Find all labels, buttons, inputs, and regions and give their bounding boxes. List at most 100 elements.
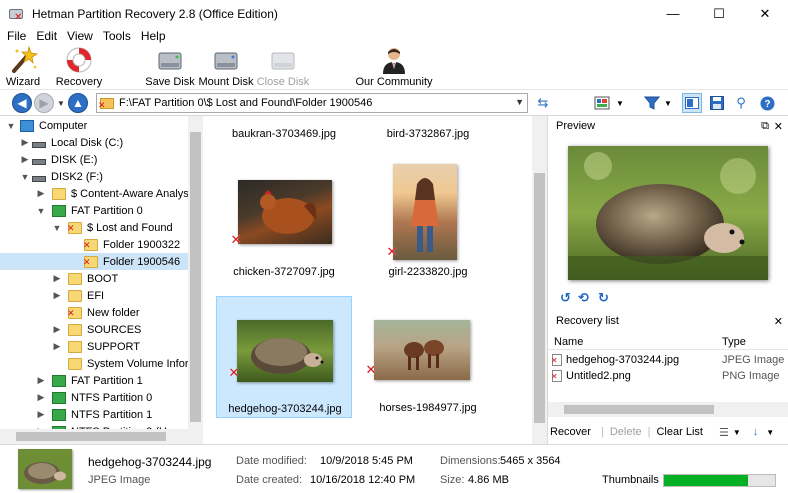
delete-button[interactable]: Delete (610, 426, 642, 438)
minimize-button[interactable]: — (650, 0, 696, 27)
search-icon[interactable]: ⚲ (731, 93, 751, 113)
folder-icon (68, 289, 82, 302)
menu-help[interactable]: Help (136, 29, 171, 43)
tree-item-lost-and-found[interactable]: ▼ $ Lost and Found (0, 219, 188, 236)
partition-icon (52, 374, 66, 387)
file-item-horses[interactable]: ✕ horses-1984977.jpg (360, 296, 496, 418)
deleted-file-icon (551, 354, 562, 366)
list-view-icon[interactable]: ☰ (719, 426, 729, 439)
mount-disk-button[interactable]: Mount Disk (198, 44, 254, 90)
history-dropdown-icon[interactable]: ▼ (57, 99, 65, 108)
wizard-button[interactable]: Wizard (4, 44, 42, 90)
tree-item-support[interactable]: ▶ SUPPORT (0, 338, 188, 355)
tree-item-sources[interactable]: ▶ SOURCES (0, 321, 188, 338)
address-field[interactable]: F:\FAT Partition 0\$ Lost and Found\Fold… (96, 93, 528, 113)
view-options-icon[interactable] (592, 93, 612, 113)
filter-icon[interactable] (642, 93, 662, 113)
collapse-arrow-icon[interactable]: ▼ (52, 223, 62, 233)
filter-dropdown-icon[interactable]: ▼ (664, 99, 672, 108)
tree-horizontal-scrollbar[interactable] (0, 429, 203, 444)
tree-item-computer[interactable]: ▼ Computer (0, 117, 188, 134)
recovery-list-item[interactable]: Untitled2.png PNG Image (551, 368, 787, 384)
save-disk-icon (155, 45, 185, 75)
expand-arrow-icon[interactable]: ▶ (52, 324, 62, 335)
collapse-arrow-icon[interactable]: ▼ (6, 121, 16, 131)
save-disk-button[interactable]: Save Disk (145, 44, 195, 90)
file-item-hedgehog[interactable]: ✕ hedgehog-3703244.jpg (216, 296, 352, 418)
tree-item-ntfs-partition-1[interactable]: ▶ NTFS Partition 1 (0, 406, 188, 423)
expand-arrow-icon[interactable]: ▶ (36, 375, 46, 386)
save-disk-label: Save Disk (145, 76, 195, 88)
preview-pin-icon[interactable]: ⧉ (761, 120, 769, 133)
list-view-dropdown-icon[interactable]: ▼ (733, 428, 741, 437)
deleted-mark-icon: ✕ (386, 244, 398, 259)
address-dropdown-icon[interactable]: ▼ (515, 97, 524, 107)
maximize-button[interactable]: ☐ (696, 0, 742, 27)
mount-disk-label: Mount Disk (198, 76, 254, 88)
tree-item-ntfs-partition-0[interactable]: ▶ NTFS Partition 0 (0, 389, 188, 406)
tree-item-local-disk-c[interactable]: ▶ Local Disk (C:) (0, 134, 188, 151)
file-item-chicken[interactable]: ✕ chicken-3727097.jpg (216, 154, 352, 284)
tree-item-disk2-f[interactable]: ▼ DISK2 (F:) (0, 168, 188, 185)
menu-file[interactable]: File (2, 29, 31, 43)
view-dropdown-icon[interactable]: ▼ (616, 99, 624, 108)
recover-button[interactable]: Recover (550, 426, 591, 438)
column-name[interactable]: Name (554, 336, 583, 348)
preview-close-icon[interactable]: ✕ (774, 120, 783, 133)
file-name: bird-3732867.jpg (386, 128, 470, 140)
menu-edit[interactable]: Edit (31, 29, 62, 43)
recovery-list-close-icon[interactable]: ✕ (774, 315, 783, 328)
sort-az-icon[interactable]: ↓ (753, 426, 759, 438)
tree-item-disk-e[interactable]: ▶ DISK (E:) (0, 151, 188, 168)
tree-item-system-volume[interactable]: System Volume Informa (0, 355, 202, 372)
clear-list-button[interactable]: Clear List (656, 426, 702, 438)
forward-arrow-icon[interactable]: ▶ (34, 93, 54, 113)
expand-arrow-icon[interactable]: ▶ (20, 137, 30, 148)
preview-toggle-icon[interactable] (682, 93, 702, 113)
tree-item-fat-partition-1[interactable]: ▶ FAT Partition 1 (0, 372, 188, 389)
close-button[interactable]: ✕ (742, 0, 788, 27)
column-type[interactable]: Type (722, 336, 746, 348)
tree-label: FAT Partition 0 (71, 204, 143, 217)
file-item-bird[interactable]: bird-3732867.jpg (360, 116, 496, 146)
menu-view[interactable]: View (62, 29, 98, 43)
tree-item-folder-1900546[interactable]: Folder 1900546 (0, 253, 188, 270)
tree-vertical-scrollbar[interactable] (188, 116, 203, 429)
expand-arrow-icon[interactable]: ▶ (20, 154, 30, 165)
expand-arrow-icon[interactable]: ▶ (36, 188, 46, 199)
help-icon[interactable]: ? (757, 93, 777, 113)
rotate-right-icon[interactable]: ↻ (598, 290, 609, 306)
tree-item-content-aware[interactable]: ▶ $ Content-Aware Analysis (0, 185, 197, 202)
title-bar: ✕ Hetman Partition Recovery 2.8 (Office … (0, 0, 788, 27)
close-disk-button[interactable]: Close Disk (257, 44, 309, 90)
sort-dropdown-icon[interactable]: ▼ (766, 428, 774, 437)
back-arrow-icon[interactable]: ◀ (12, 93, 32, 113)
expand-arrow-icon[interactable]: ▶ (36, 409, 46, 420)
rotate-reset-icon[interactable]: ⟲ (578, 290, 589, 306)
expand-arrow-icon[interactable]: ▶ (52, 273, 62, 284)
tree-item-boot[interactable]: ▶ BOOT (0, 270, 188, 287)
thumbnail-vertical-scrollbar[interactable] (532, 116, 547, 444)
recovery-list-scrollbar[interactable] (548, 402, 788, 417)
expand-arrow-icon[interactable]: ▶ (36, 392, 46, 403)
file-item-girl[interactable]: ✕ girl-2233820.jpg (360, 154, 496, 284)
collapse-arrow-icon[interactable]: ▼ (20, 172, 30, 182)
rotate-left-icon[interactable]: ↺ (560, 290, 571, 306)
tree-item-efi[interactable]: ▶ EFI (0, 287, 188, 304)
tree-item-new-folder[interactable]: New folder (0, 304, 188, 321)
expand-arrow-icon[interactable]: ▶ (52, 290, 62, 301)
date-created-value: 10/16/2018 12:40 PM (310, 474, 416, 486)
up-arrow-icon[interactable]: ▲ (68, 93, 88, 113)
expand-arrow-icon[interactable]: ▶ (52, 341, 62, 352)
tree-item-fat-partition-0[interactable]: ▼ FAT Partition 0 (0, 202, 188, 219)
collapse-arrow-icon[interactable]: ▼ (36, 206, 46, 216)
menu-tools[interactable]: Tools (98, 29, 136, 43)
computer-icon (20, 119, 34, 132)
recovery-list-item[interactable]: hedgehog-3703244.jpg JPEG Image (551, 352, 787, 368)
file-item-baukran[interactable]: baukran-3703469.jpg (216, 116, 352, 146)
save-list-icon[interactable] (707, 93, 727, 113)
go-icon[interactable]: ⇆ (533, 93, 553, 113)
tree-item-folder-1900322[interactable]: Folder 1900322 (0, 236, 188, 253)
recovery-button[interactable]: Recovery (56, 44, 102, 90)
community-button[interactable]: Our Community (354, 44, 434, 90)
